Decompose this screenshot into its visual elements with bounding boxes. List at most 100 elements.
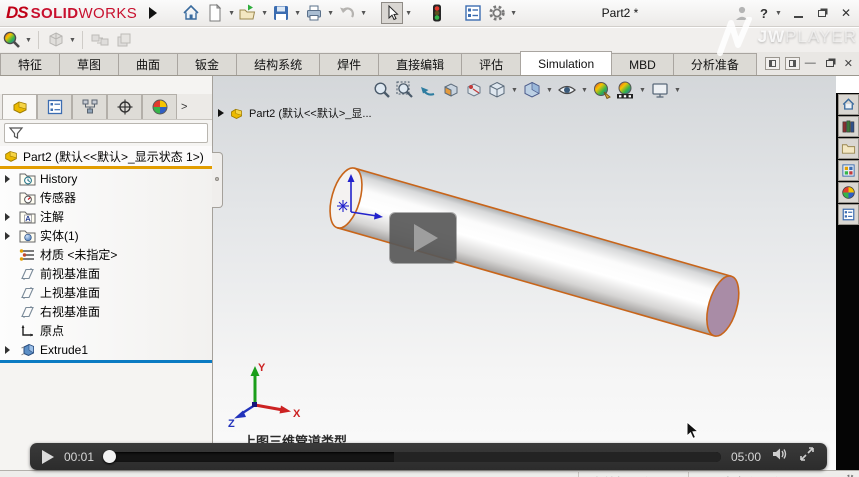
tab-sketch[interactable]: 草图 [59, 53, 119, 75]
tree-item-front-plane[interactable]: 前视基准面 [0, 264, 212, 283]
apply-scene-icon[interactable] [615, 80, 635, 100]
tree-item-solid-bodies[interactable]: 实体(1) [0, 226, 212, 245]
interface-traffic-light-icon[interactable] [426, 2, 448, 24]
configurationmanager-icon[interactable] [72, 94, 107, 119]
view-orientation-icon[interactable] [487, 80, 507, 100]
featuremanager-tree-icon[interactable] [2, 94, 37, 119]
minimize-button[interactable] [789, 5, 807, 21]
view-cube-icon[interactable] [45, 29, 67, 51]
tree-item-top-plane[interactable]: 上视基准面 [0, 283, 212, 302]
graphics-viewport[interactable] [213, 76, 836, 470]
tab-simulation[interactable]: Simulation [520, 51, 612, 75]
tab-structure-system[interactable]: 结构系统 [236, 53, 320, 75]
design-library-icon[interactable] [838, 160, 859, 181]
tree-item-sensors[interactable]: 传感器 [0, 188, 212, 207]
tab-sheet-metal[interactable]: 钣金 [177, 53, 237, 75]
tab-surfaces[interactable]: 曲面 [118, 53, 178, 75]
stacked-views-icon[interactable] [113, 29, 135, 51]
tab-direct-editing[interactable]: 直接编辑 [378, 53, 462, 75]
doc-restore-button[interactable] [821, 55, 839, 71]
view-settings-dropdown-icon[interactable]: ▼ [673, 87, 682, 94]
select-dropdown-icon[interactable]: ▼ [404, 10, 413, 17]
timeline-scrubber[interactable] [104, 452, 721, 462]
status-gear-icon[interactable] [843, 473, 857, 477]
new-dropdown-icon[interactable]: ▼ [227, 10, 236, 17]
view-settings-icon[interactable] [650, 80, 670, 100]
displaymanager-icon[interactable] [142, 94, 177, 119]
expand-arrow-icon[interactable] [5, 346, 10, 354]
expand-arrow-icon[interactable] [5, 213, 10, 221]
zoom-to-fit-icon[interactable] [372, 80, 392, 100]
undo-icon[interactable] [336, 2, 358, 24]
fullscreen-icon[interactable] [799, 446, 815, 467]
tree-item-origin[interactable]: 原点 [0, 321, 212, 340]
tab-weldments[interactable]: 焊件 [319, 53, 379, 75]
collapse-left-pane-icon[interactable] [765, 57, 780, 70]
options-gear-icon[interactable] [486, 2, 508, 24]
custom-properties-icon[interactable] [838, 204, 859, 225]
tree-root-item[interactable]: Part2 (默认<<默认>_显示状态 1>) [0, 146, 212, 166]
file-explorer-folder-icon[interactable] [838, 138, 859, 159]
doc-close-button[interactable]: ✕ [844, 57, 853, 70]
open-dropdown-icon[interactable]: ▼ [260, 10, 269, 17]
tab-evaluate[interactable]: 评估 [461, 53, 521, 75]
tab-analysis-preparation[interactable]: 分析准备 [673, 53, 757, 75]
expand-arrow-icon[interactable] [5, 232, 10, 240]
tree-item-right-plane[interactable]: 右视基准面 [0, 302, 212, 321]
viewport-breadcrumb[interactable]: Part2 (默认<<默认>_显... [218, 105, 372, 121]
hide-show-dropdown-icon[interactable]: ▼ [580, 87, 589, 94]
help-dropdown-icon[interactable]: ▼ [774, 10, 783, 17]
save-icon[interactable] [270, 2, 292, 24]
dimxpertmanager-icon[interactable] [107, 94, 142, 119]
zoom-to-area-icon[interactable] [395, 80, 415, 100]
tree-filter-input[interactable] [4, 123, 208, 143]
rollback-bar[interactable] [0, 360, 212, 363]
collapse-right-pane-icon[interactable] [785, 57, 800, 70]
restore-button[interactable] [813, 5, 831, 21]
save-dropdown-icon[interactable]: ▼ [293, 10, 302, 17]
tree-item-extrude1[interactable]: Extrude1 [0, 340, 212, 359]
print-dropdown-icon[interactable]: ▼ [326, 10, 335, 17]
open-icon[interactable] [237, 2, 259, 24]
tree-item-history[interactable]: History [0, 169, 212, 188]
section-view-icon[interactable] [441, 80, 461, 100]
panel-tabs-overflow-icon[interactable]: > [181, 101, 187, 113]
home-icon[interactable] [180, 2, 202, 24]
resources-books-icon[interactable] [838, 116, 859, 137]
print-icon[interactable] [303, 2, 325, 24]
propertymanager-icon[interactable] [37, 94, 72, 119]
apply-scene-dropdown-icon[interactable]: ▼ [638, 87, 647, 94]
undo-dropdown-icon[interactable]: ▼ [359, 10, 368, 17]
edit-appearance-icon[interactable] [592, 80, 612, 100]
play-button[interactable] [42, 450, 54, 464]
select-cursor-icon[interactable] [381, 2, 403, 24]
tree-item-material[interactable]: 材质 <未指定> [0, 245, 212, 264]
view-orientation-dropdown-icon[interactable]: ▼ [510, 87, 519, 94]
display-style-icon[interactable] [522, 80, 542, 100]
linked-views-icon[interactable] [89, 29, 111, 51]
home-icon[interactable] [838, 94, 859, 115]
feature-properties-icon[interactable] [462, 2, 484, 24]
hide-show-items-icon[interactable] [557, 80, 577, 100]
magnifier-dropdown-icon[interactable]: ▼ [24, 37, 33, 44]
video-play-overlay-button[interactable] [390, 213, 456, 263]
previous-view-icon[interactable] [418, 80, 438, 100]
rainbow-magnifier-icon[interactable] [1, 29, 23, 51]
panel-splitter-handle[interactable] [212, 152, 223, 208]
help-icon[interactable]: ? [760, 6, 768, 21]
appearances-icon[interactable] [838, 182, 859, 203]
volume-icon[interactable] [771, 446, 789, 467]
tab-mbd[interactable]: MBD [611, 53, 674, 75]
doc-minimize-button[interactable]: — [805, 57, 816, 69]
user-account-icon[interactable] [731, 2, 753, 24]
view-cube-dropdown-icon[interactable]: ▼ [68, 37, 77, 44]
menu-flyout-icon[interactable] [149, 7, 157, 19]
options-dropdown-icon[interactable]: ▼ [509, 10, 518, 17]
close-button[interactable]: ✕ [837, 5, 855, 21]
breadcrumb-flyout-icon[interactable] [218, 109, 224, 117]
expand-arrow-icon[interactable] [5, 175, 10, 183]
new-document-icon[interactable] [204, 2, 226, 24]
display-style-dropdown-icon[interactable]: ▼ [545, 87, 554, 94]
scrubber-knob[interactable] [103, 450, 116, 463]
tree-item-annotations[interactable]: A 注解 [0, 207, 212, 226]
